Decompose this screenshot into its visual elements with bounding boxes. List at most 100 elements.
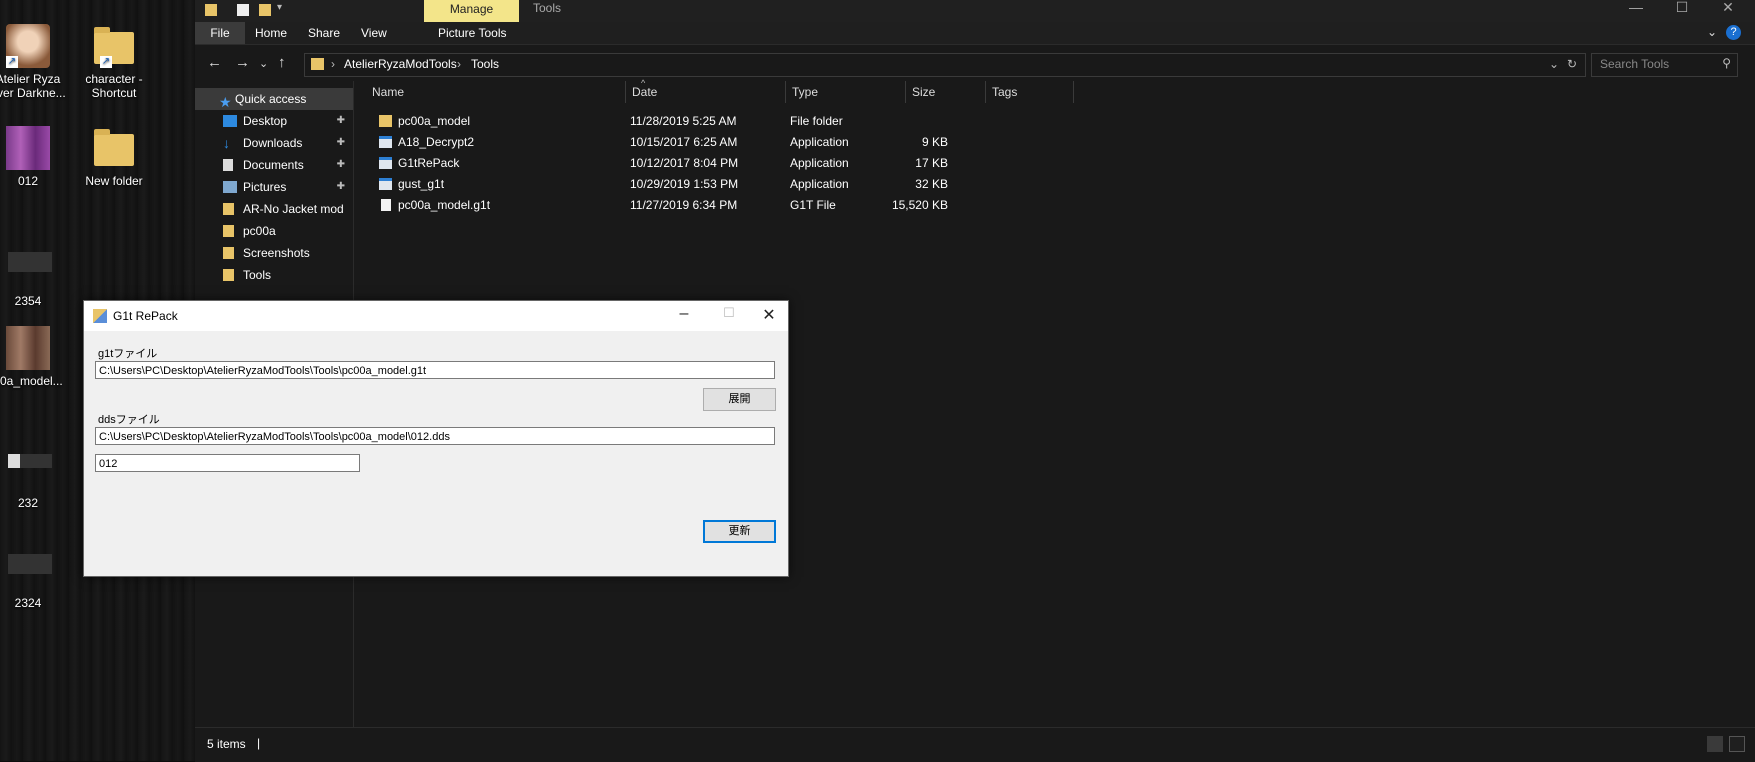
desktop-icon-012[interactable]: 012 [0,126,72,188]
desktop-icon-pc00a-model[interactable]: 00a_model... [0,326,72,388]
breadcrumb-separator-icon: › [457,57,461,71]
nav-item-pc00a[interactable]: pc00a [195,220,353,242]
column-header-type[interactable]: Type [786,81,906,103]
search-box[interactable]: Search Tools ⚲ [1591,53,1738,77]
up-icon[interactable]: ↑ [278,54,286,71]
expand-button[interactable]: 展開 [703,388,776,411]
nav-item-documents[interactable]: Documents ✚ [195,154,353,176]
folder-icon [223,269,234,281]
file-name: A18_Decrypt2 [398,135,475,149]
desktop-icon-2354[interactable]: 2354 [0,246,72,308]
image-thumbnail [8,252,52,272]
image-thumbnail [8,554,52,574]
address-dropdown-icon[interactable]: ⌄ [1549,57,1559,71]
file-row[interactable]: gust_g1t 10/29/2019 1:53 PM Application … [354,174,1054,194]
minimize-icon[interactable]: – [669,305,699,323]
quick-access-folder-icon[interactable] [205,4,217,16]
breadcrumb-separator-icon: › [331,57,335,71]
dialog-title-bar: G1t RePack – ☐ ✕ [84,301,788,331]
desktop-icon-new-folder[interactable]: New folder [70,126,158,188]
close-icon[interactable]: ✕ [1705,0,1751,22]
nav-item-screenshots[interactable]: Screenshots [195,242,353,264]
file-row[interactable]: A18_Decrypt2 10/15/2017 6:25 AM Applicat… [354,132,1054,152]
nav-item-ar-no-jacket-mod[interactable]: AR-No Jacket mod [195,198,353,220]
file-row[interactable]: pc00a_model 11/28/2019 5:25 AM File fold… [354,111,1054,131]
dialog-title: G1t RePack [113,309,178,323]
breadcrumb-atelierryzamodtools[interactable]: AtelierRyzaModTools [344,57,457,71]
folder-icon [311,58,324,70]
customize-toolbar-icon[interactable]: ▾ [277,2,282,13]
column-header-name[interactable]: Name [366,81,626,103]
file-size: 15,520 KB [891,198,948,212]
nav-quick-access[interactable]: ★ Quick access [195,88,353,110]
file-name: G1tRePack [398,156,460,170]
pin-icon: ✚ [336,137,345,148]
recent-locations-icon[interactable]: ⌄ [259,57,268,70]
help-icon[interactable]: ? [1726,25,1741,40]
tab-home[interactable]: Home [245,22,297,44]
file-row[interactable]: G1tRePack 10/12/2017 8:04 PM Application… [354,153,1054,173]
nav-label: Pictures [243,180,287,194]
file-date: 11/27/2019 6:34 PM [630,198,738,212]
tab-share[interactable]: Share [298,22,350,44]
desktop-icon [223,115,237,127]
file-name: gust_g1t [398,177,445,191]
desktop-icon-label: 2354 [14,294,42,308]
address-bar[interactable]: › AtelierRyzaModTools › Tools ⌄ ↻ [304,53,1586,77]
application-icon [379,157,392,169]
back-icon[interactable]: ← [207,54,222,71]
folder-icon [379,115,392,127]
desktop-icon-label: 2324 [14,596,42,610]
column-header-size[interactable]: Size [906,81,986,103]
file-type: Application [790,135,849,149]
desktop-icon-atelier-ryza[interactable]: ↗ Atelier Ryza ever Darkne... [0,24,72,100]
folder-icon [223,225,234,237]
manage-context-tab[interactable]: Manage [424,0,519,22]
window-title: Tools [533,1,562,15]
desktop-icon-character-shortcut[interactable]: ↗ character - Shortcut [70,24,158,100]
name-field[interactable]: 012 [95,454,360,472]
nav-item-desktop[interactable]: Desktop ✚ [195,110,353,132]
forward-icon[interactable]: → [235,54,250,71]
file-name: pc00a_model.g1t [398,198,491,212]
column-header-date[interactable]: Date [626,81,786,103]
nav-item-pictures[interactable]: Pictures ✚ [195,176,353,198]
file-type: Application [790,177,849,191]
dds-path-field[interactable]: C:\Users\PC\Desktop\AtelierRyzaModTools\… [95,427,775,445]
nav-item-tools[interactable]: Tools [195,264,353,286]
minimize-icon[interactable]: — [1613,0,1659,22]
desktop-icon-2324[interactable]: 2324 [0,548,72,610]
search-placeholder: Search Tools [1600,57,1670,71]
expand-ribbon-icon[interactable]: ⌄ [1707,25,1717,39]
desktop-icon-232[interactable]: 232 [0,448,72,510]
quick-access-properties-icon[interactable] [237,4,249,16]
refresh-icon[interactable]: ↻ [1567,57,1577,71]
status-bar: 5 items | [195,727,1755,762]
tab-picture-tools[interactable]: Picture Tools [428,22,516,44]
large-icons-view-icon[interactable] [1729,736,1745,752]
pin-icon: ✚ [336,115,345,126]
file-size: 32 KB [915,177,948,191]
update-button[interactable]: 更新 [703,520,776,543]
breadcrumb-tools[interactable]: Tools [471,57,499,71]
file-icon [381,199,391,211]
g1t-path-field[interactable]: C:\Users\PC\Desktop\AtelierRyzaModTools\… [95,361,775,379]
close-icon[interactable]: ✕ [754,305,784,325]
tab-file[interactable]: File [195,22,245,44]
file-row[interactable]: pc00a_model.g1t 11/27/2019 6:34 PM G1T F… [354,195,1054,215]
maximize-icon[interactable]: ☐ [1659,0,1705,22]
image-thumbnail [8,454,52,468]
tab-view[interactable]: View [351,22,397,44]
status-separator: | [257,736,261,750]
nav-item-downloads[interactable]: ↓ Downloads ✚ [195,132,353,154]
shortcut-arrow-icon: ↗ [100,56,112,68]
details-view-icon[interactable] [1707,736,1723,752]
file-date: 10/12/2017 8:04 PM [630,156,739,170]
quick-access-new-folder-icon[interactable] [259,4,271,16]
column-header-tags[interactable]: Tags [986,81,1074,103]
dds-file-label: ddsファイル [98,414,160,426]
file-date: 10/29/2019 1:53 PM [630,177,739,191]
item-count: 5 items [207,737,246,751]
desktop-icon-label: 00a_model... [0,374,63,388]
maximize-icon[interactable]: ☐ [714,305,744,321]
